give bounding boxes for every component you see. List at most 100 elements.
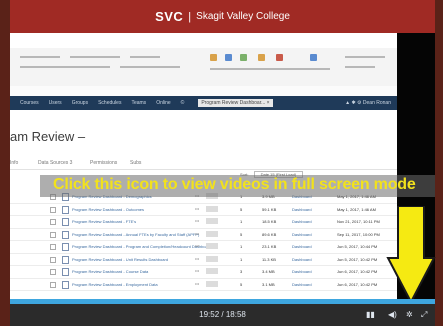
row-name[interactable]: Program Review Dashboard - Program and C… — [72, 244, 211, 249]
nav-item-schedules[interactable]: Schedules — [98, 100, 121, 106]
row-checkbox[interactable] — [50, 206, 56, 213]
row-checkbox[interactable] — [50, 244, 56, 250]
nav-item-online[interactable]: Online — [156, 100, 170, 106]
workbook-icon — [62, 280, 69, 289]
table-row[interactable]: Program Review Dashboard - Program and C… — [10, 241, 397, 254]
down-arrow-icon — [386, 206, 436, 304]
college-name: Skagit Valley College — [196, 11, 290, 22]
instruction-banner: Click this icon to view videos in full s… — [53, 176, 416, 193]
row-menu[interactable]: ••• — [195, 243, 199, 248]
row-date: May 1, 2017, 1:46 AM — [337, 206, 376, 212]
row-size: 23.1 KB — [262, 244, 277, 249]
table-row[interactable]: Program Review Dashboard - FTE's ••• 1 18.5… — [10, 216, 397, 229]
row-thumbnail — [206, 205, 218, 212]
workbook-icon — [62, 230, 69, 239]
row-count: 1 — [240, 256, 243, 262]
row-date: Jun 6, 2017, 10:42 PM — [337, 269, 378, 274]
row-checkbox[interactable] — [50, 231, 56, 238]
workbook-icon — [62, 205, 69, 214]
row-type[interactable]: Dashboard — [292, 207, 312, 212]
row-date: Jun 5, 2017, 10:44 PM — [337, 244, 378, 249]
row-size: 11.3 KB — [262, 256, 276, 262]
nav-item-groups[interactable]: Groups — [72, 100, 88, 106]
row-menu[interactable]: ••• — [195, 206, 199, 211]
row-type[interactable]: Dashboard — [292, 244, 312, 249]
subtabs: Info Data Sources 3 Permissions Subs — [10, 157, 397, 170]
subtab-info[interactable]: Info — [10, 160, 18, 166]
workbook-icon — [62, 255, 69, 264]
row-thumbnail — [206, 243, 218, 249]
row-menu[interactable]: ••• — [195, 218, 199, 223]
row-count: 5 — [240, 231, 243, 237]
subtab-permissions[interactable]: Permissions — [90, 160, 117, 166]
nav-right-tools[interactable]: ▲ ✱ ⚙ Dean Ronan — [345, 100, 391, 106]
subtab-subs[interactable]: Subs — [130, 160, 141, 166]
row-type[interactable]: Dashboard — [292, 257, 312, 262]
captions-icon[interactable]: ▮▮ — [366, 310, 375, 319]
row-size: 89.6 KB — [262, 231, 277, 237]
nav-item-copyright[interactable]: © — [181, 100, 185, 106]
row-count: 5 — [240, 281, 243, 287]
volume-icon[interactable]: ◀) — [388, 310, 397, 319]
video-content[interactable]: Courses Users Groups Schedules Teams Onl… — [10, 33, 435, 299]
top-nav: Courses Users Groups Schedules Teams Onl… — [10, 96, 397, 110]
college-logo: SVC — [155, 9, 184, 24]
row-name[interactable]: Program Review Dashboard - FTE's — [72, 219, 136, 224]
row-name[interactable]: Program Review Dashboard - Outcomes — [72, 207, 144, 212]
table-row[interactable]: Program Review Dashboard - Employment Da… — [10, 279, 397, 291]
workbook-icon — [62, 268, 69, 276]
row-size: 18.5 KB — [262, 219, 277, 224]
row-date: Sep 11, 2017, 10:00 PM — [337, 231, 380, 237]
row-checkbox[interactable] — [50, 256, 56, 263]
row-menu[interactable]: ••• — [195, 268, 199, 273]
row-thumbnail — [206, 268, 218, 274]
row-type[interactable]: Dashboard — [292, 232, 312, 237]
row-thumbnail — [206, 280, 218, 287]
row-name[interactable]: Program Review Dashboard - Course Data — [72, 269, 148, 274]
row-date: Jun 6, 2017, 10:42 PM — [337, 281, 378, 287]
row-checkbox[interactable] — [50, 281, 56, 288]
workbook-icon — [62, 218, 69, 226]
table-row[interactable]: Program Review Dashboard - Course Data ••… — [10, 266, 397, 279]
row-date: Nov 21, 2017, 10:11 PM — [337, 219, 380, 224]
row-thumbnail — [206, 255, 218, 262]
nav-item-teams[interactable]: Teams — [131, 100, 146, 106]
header-separator: | — [188, 10, 192, 23]
row-date: Jun 5, 2017, 10:42 PM — [337, 256, 378, 262]
settings-icon[interactable]: ✲ — [406, 310, 413, 319]
subtab-data-sources[interactable]: Data Sources 3 — [38, 160, 72, 166]
fullscreen-icon[interactable]: ⤢ — [421, 310, 427, 320]
table-row[interactable]: Program Review Dashboard - Outcomes ••• 5 5… — [10, 204, 397, 216]
row-size: 59.1 KB — [262, 206, 277, 212]
college-header: SVC | Skagit Valley College — [10, 0, 435, 33]
nav-item-users[interactable]: Users — [49, 100, 62, 106]
player-controls: 19:52 / 18:58 ▮▮ ◀) ✲ ⤢ — [10, 304, 435, 326]
row-count: 5 — [240, 206, 243, 212]
nav-open-tab[interactable]: Program Review Dashboar... × — [198, 99, 273, 107]
page-title: am Review – — [10, 129, 86, 144]
row-menu[interactable]: ••• — [195, 281, 199, 286]
row-menu[interactable]: ••• — [195, 256, 199, 261]
row-size: 3.1 MB — [262, 281, 275, 287]
row-type[interactable]: Dashboard — [292, 269, 312, 274]
row-name[interactable]: Program Review Dashboard - Employment Da… — [72, 282, 158, 287]
row-name[interactable]: Program Review Dashboard - Annual FTEs b… — [72, 232, 199, 237]
row-count: 3 — [240, 269, 243, 274]
row-menu[interactable]: ••• — [195, 231, 199, 236]
table-row[interactable]: Program Review Dashboard - Annual FTEs b… — [10, 229, 397, 241]
row-name[interactable]: Program Review Dashboard - Unit Results … — [72, 257, 168, 262]
row-count: 1 — [240, 219, 243, 224]
row-count: 1 — [240, 244, 243, 249]
workbook-icon — [62, 243, 69, 251]
row-checkbox[interactable] — [50, 269, 56, 275]
nav-item-courses[interactable]: Courses — [20, 100, 39, 106]
row-type[interactable]: Dashboard — [292, 282, 312, 287]
row-size: 3.4 MB — [262, 269, 275, 274]
workbook-list: Program Review Dashboard - Demographics•… — [10, 191, 397, 291]
row-type[interactable]: Dashboard — [292, 219, 312, 224]
excel-ribbon — [10, 48, 397, 87]
row-thumbnail — [206, 218, 218, 224]
row-thumbnail — [206, 230, 218, 237]
row-checkbox[interactable] — [50, 219, 56, 225]
table-row[interactable]: Program Review Dashboard - Unit Results … — [10, 254, 397, 266]
